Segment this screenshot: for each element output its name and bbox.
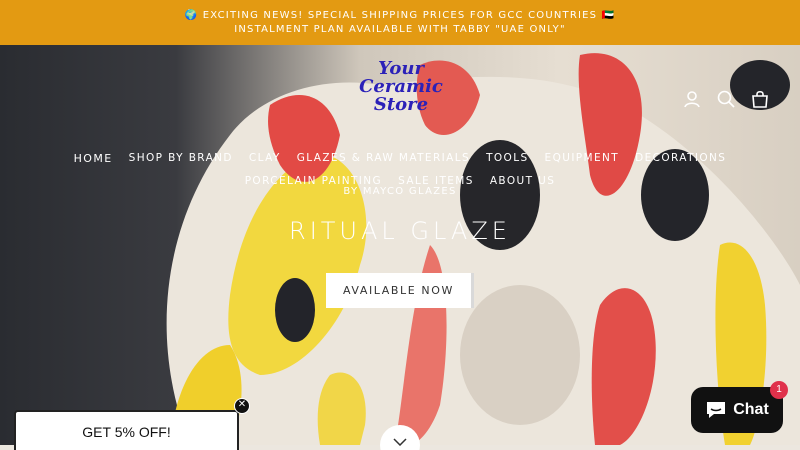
hero-title: RITUAL GLAZE [289,217,511,245]
discount-label: GET 5% OFF! [82,424,171,440]
nav-tools[interactable]: TOOLS [486,152,528,165]
announcement-line-2: INSTALMENT PLAN AVAILABLE WITH TABBY "UA… [234,24,566,35]
announcement-line-1: 🌍 EXCITING NEWS! SPECIAL SHIPPING PRICES… [184,10,616,21]
chat-bubble-icon [707,402,726,418]
nav-clay[interactable]: CLAY [249,152,281,165]
search-icon[interactable] [716,89,736,109]
hero-subtitle: BY MAYCO GLAZES [343,186,457,197]
account-icon[interactable] [682,89,702,109]
logo-line-3: Store [373,94,429,115]
main-nav-row-1: HOME SHOP BY BRAND CLAY GLAZES & RAW MAT… [0,152,800,165]
hero-banner: Your Ceramic Store HOME SHOP BY BRAND CL… [0,45,800,445]
nav-shop-by-brand[interactable]: SHOP BY BRAND [129,152,233,165]
nav-home[interactable]: HOME [74,152,113,165]
nav-decorations[interactable]: DECORATIONS [635,152,726,165]
header-icons [682,89,770,109]
discount-popup-button[interactable]: GET 5% OFF! [14,410,239,450]
nav-glazes-raw-materials[interactable]: GLAZES & RAW MATERIALS [297,152,470,165]
available-now-button[interactable]: AVAILABLE NOW [326,273,474,308]
store-logo[interactable]: Your Ceramic Store [355,60,447,114]
chat-button[interactable]: Chat [691,387,783,433]
close-icon[interactable]: ✕ [234,398,250,414]
chat-notification-badge: 1 [770,381,788,399]
chevron-down-icon [393,438,407,446]
chat-label: Chat [733,401,769,418]
nav-equipment[interactable]: EQUIPMENT [545,152,620,165]
announcement-bar: 🌍 EXCITING NEWS! SPECIAL SHIPPING PRICES… [0,0,800,45]
cart-icon[interactable] [750,89,770,109]
